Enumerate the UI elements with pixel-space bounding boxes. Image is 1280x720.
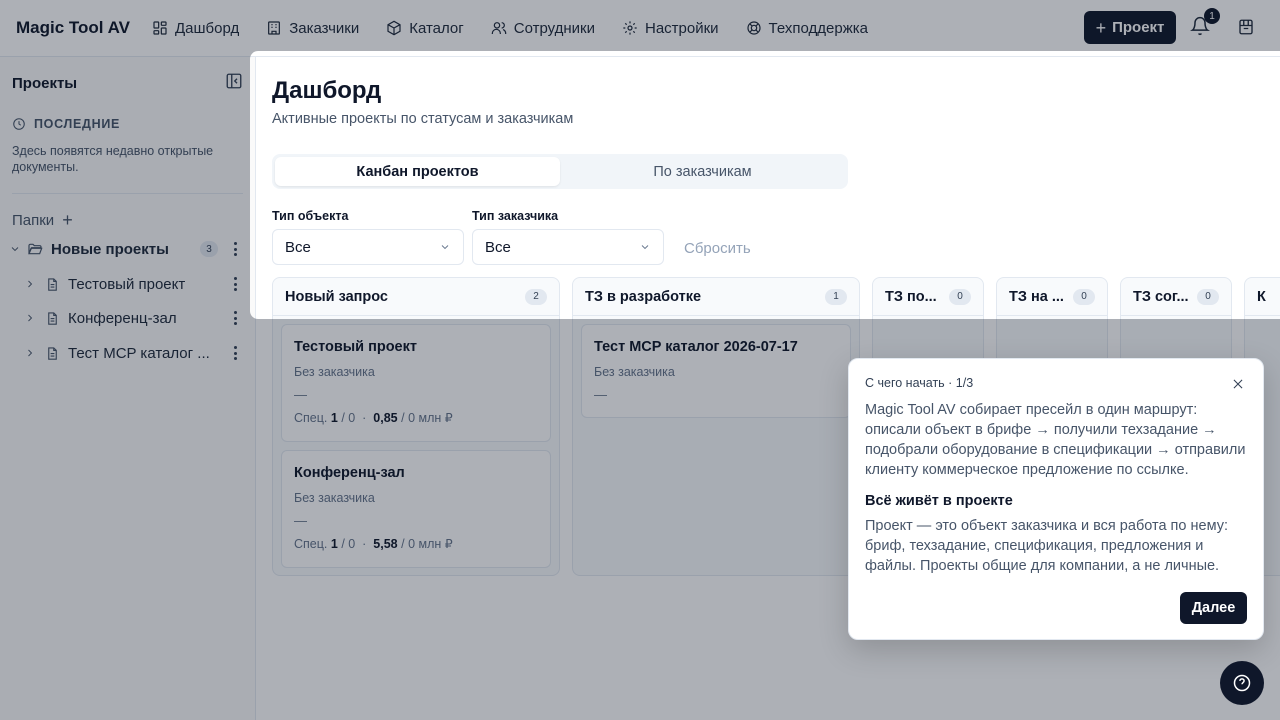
close-icon: [1233, 379, 1243, 389]
onboarding-popover: С чего начать · 1/3 Magic Tool AV собира…: [848, 358, 1264, 640]
tour-step-indicator: С чего начать · 1/3: [865, 376, 974, 390]
tour-description: Проект — это объект заказчика и вся рабо…: [865, 518, 1228, 574]
tour-intro-text: Magic Tool AV собирает пресейл в один ма…: [865, 402, 1246, 478]
tour-close-button[interactable]: [1231, 377, 1245, 391]
help-circle-icon: [1233, 674, 1251, 692]
tour-next-button[interactable]: Далее: [1180, 592, 1247, 624]
help-button[interactable]: [1220, 661, 1264, 705]
tour-heading: Всё живёт в проекте: [865, 493, 1013, 509]
